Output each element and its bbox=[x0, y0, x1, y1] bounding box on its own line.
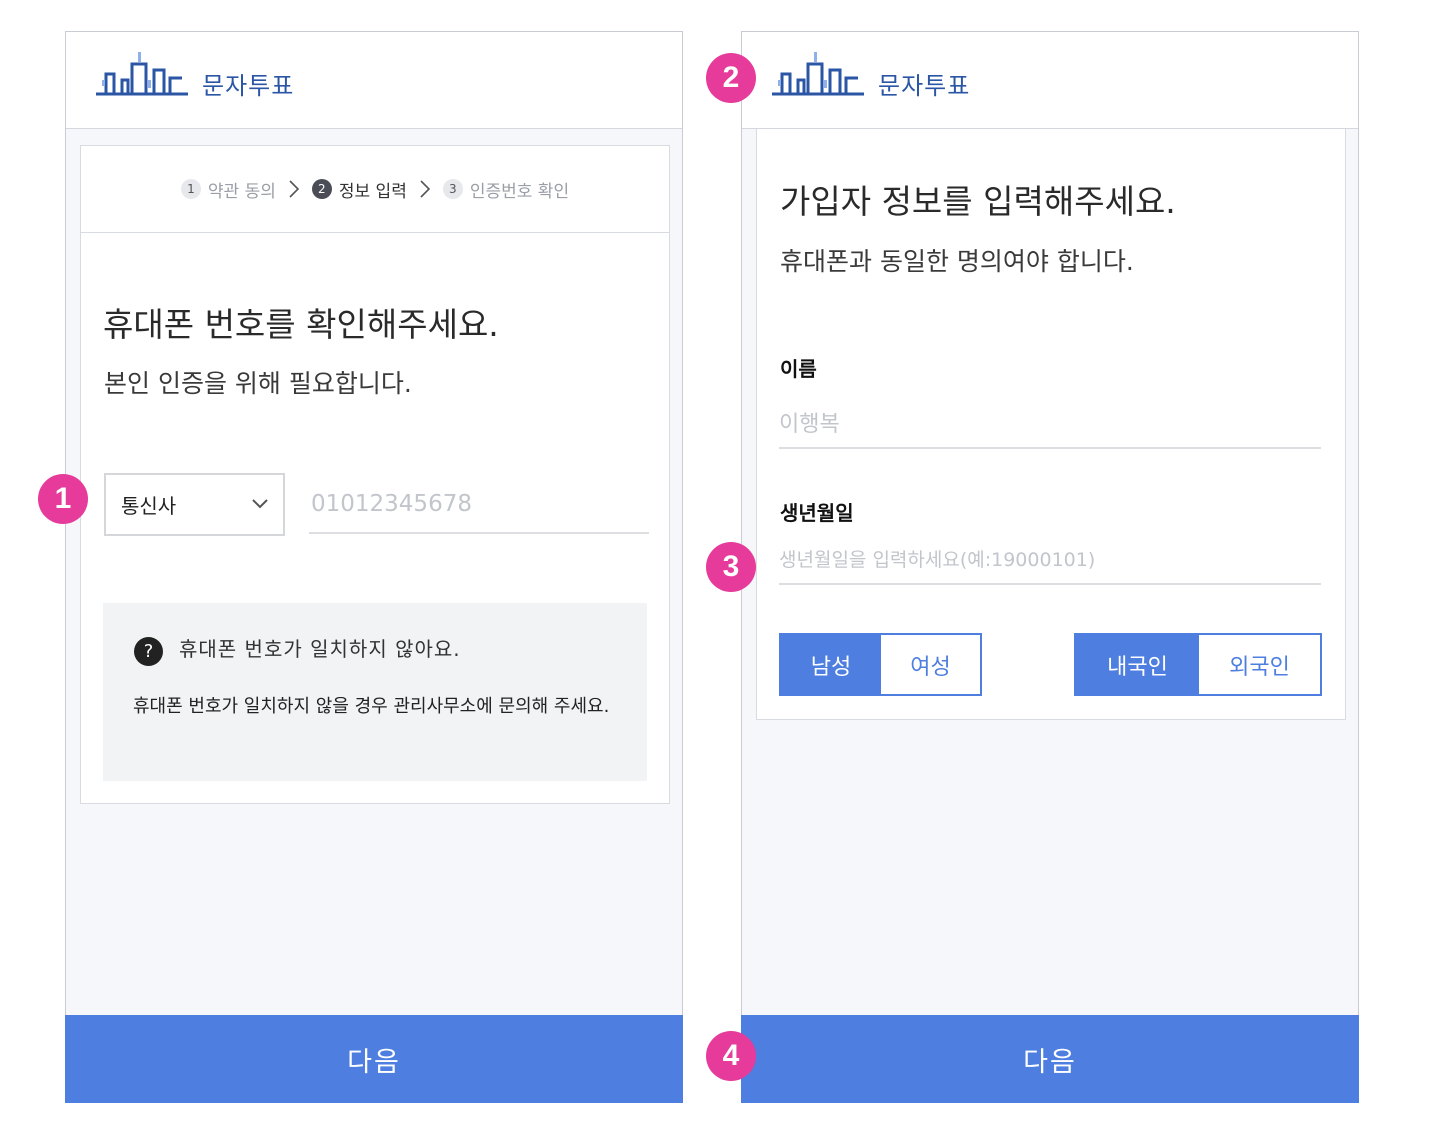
page-heading: 가입자 정보를 입력해주세요. bbox=[780, 182, 1176, 221]
app-header: 문자투표 bbox=[742, 32, 1358, 129]
step-number: 2 bbox=[311, 179, 332, 199]
gender-male-option[interactable]: 남성 bbox=[781, 635, 881, 694]
page-subtext: 휴대폰과 동일한 명의여야 합니다. bbox=[780, 247, 1134, 276]
app-title: 문자투표 bbox=[202, 72, 295, 100]
page-heading: 휴대폰 번호를 확인해주세요. bbox=[103, 305, 499, 344]
nationality-toggle: 내국인 외국인 bbox=[1074, 633, 1322, 696]
chevron-right-icon bbox=[420, 180, 430, 198]
help-title: 휴대폰 번호가 일치하지 않아요. bbox=[179, 637, 461, 661]
help-body: 휴대폰 번호가 일치하지 않을 경우 관리사무소에 문의해 주세요. bbox=[133, 696, 610, 717]
step-label: 정보 입력 bbox=[338, 181, 407, 202]
step-label: 약관 동의 bbox=[207, 181, 276, 202]
step-label: 인증번호 확인 bbox=[469, 181, 570, 202]
next-button[interactable]: 다음 bbox=[65, 1015, 683, 1103]
gender-toggle: 남성 여성 bbox=[779, 633, 982, 696]
birthdate-input[interactable] bbox=[779, 537, 1321, 585]
chevron-down-icon bbox=[252, 499, 268, 509]
name-input[interactable] bbox=[779, 401, 1321, 449]
annotation-marker-3: 3 bbox=[706, 542, 756, 592]
app-title: 문자투표 bbox=[878, 72, 971, 100]
carrier-select[interactable]: 통신사 bbox=[104, 473, 285, 536]
app-header: 문자투표 bbox=[66, 32, 682, 129]
step-2: 2 정보 입력 bbox=[311, 177, 407, 202]
subscriber-info-screen: 문자투표 가입자 정보를 입력해주세요. 휴대폰과 동일한 명의여야 합니다. … bbox=[741, 31, 1359, 1103]
phone-number-input[interactable] bbox=[309, 476, 649, 534]
step-number: 1 bbox=[180, 179, 201, 199]
question-icon: ? bbox=[134, 637, 163, 666]
nationality-domestic-option[interactable]: 내국인 bbox=[1076, 635, 1199, 694]
annotation-marker-4: 4 bbox=[706, 1031, 756, 1081]
step-3: 3 인증번호 확인 bbox=[442, 177, 570, 202]
carrier-select-value: 통신사 bbox=[121, 494, 177, 518]
info-card: 가입자 정보를 입력해주세요. 휴대폰과 동일한 명의여야 합니다. 이름 생년… bbox=[756, 129, 1346, 720]
city-logo-icon bbox=[96, 52, 188, 96]
phone-verify-screen: 문자투표 1 약관 동의 2 정보 입력 3 인증번호 확인 휴대폰 번호를 확… bbox=[65, 31, 683, 1103]
page-subtext: 본인 인증을 위해 필요합니다. bbox=[104, 369, 412, 398]
step-1: 1 약관 동의 bbox=[180, 177, 276, 202]
gender-female-option[interactable]: 여성 bbox=[881, 635, 980, 694]
verify-card: 1 약관 동의 2 정보 입력 3 인증번호 확인 휴대폰 번호를 확인해주세요… bbox=[80, 145, 670, 804]
annotation-marker-2: 2 bbox=[706, 53, 756, 103]
birthdate-label: 생년월일 bbox=[780, 501, 854, 525]
nationality-foreign-option[interactable]: 외국인 bbox=[1199, 635, 1320, 694]
step-number: 3 bbox=[442, 179, 463, 199]
city-logo-icon bbox=[772, 52, 864, 96]
chevron-right-icon bbox=[289, 180, 300, 198]
step-indicator: 1 약관 동의 2 정보 입력 3 인증번호 확인 bbox=[81, 146, 669, 233]
name-label: 이름 bbox=[780, 357, 817, 381]
next-button[interactable]: 다음 bbox=[741, 1015, 1359, 1103]
annotation-marker-1: 1 bbox=[38, 474, 88, 524]
help-box: ? 휴대폰 번호가 일치하지 않아요. 휴대폰 번호가 일치하지 않을 경우 관… bbox=[103, 603, 647, 781]
